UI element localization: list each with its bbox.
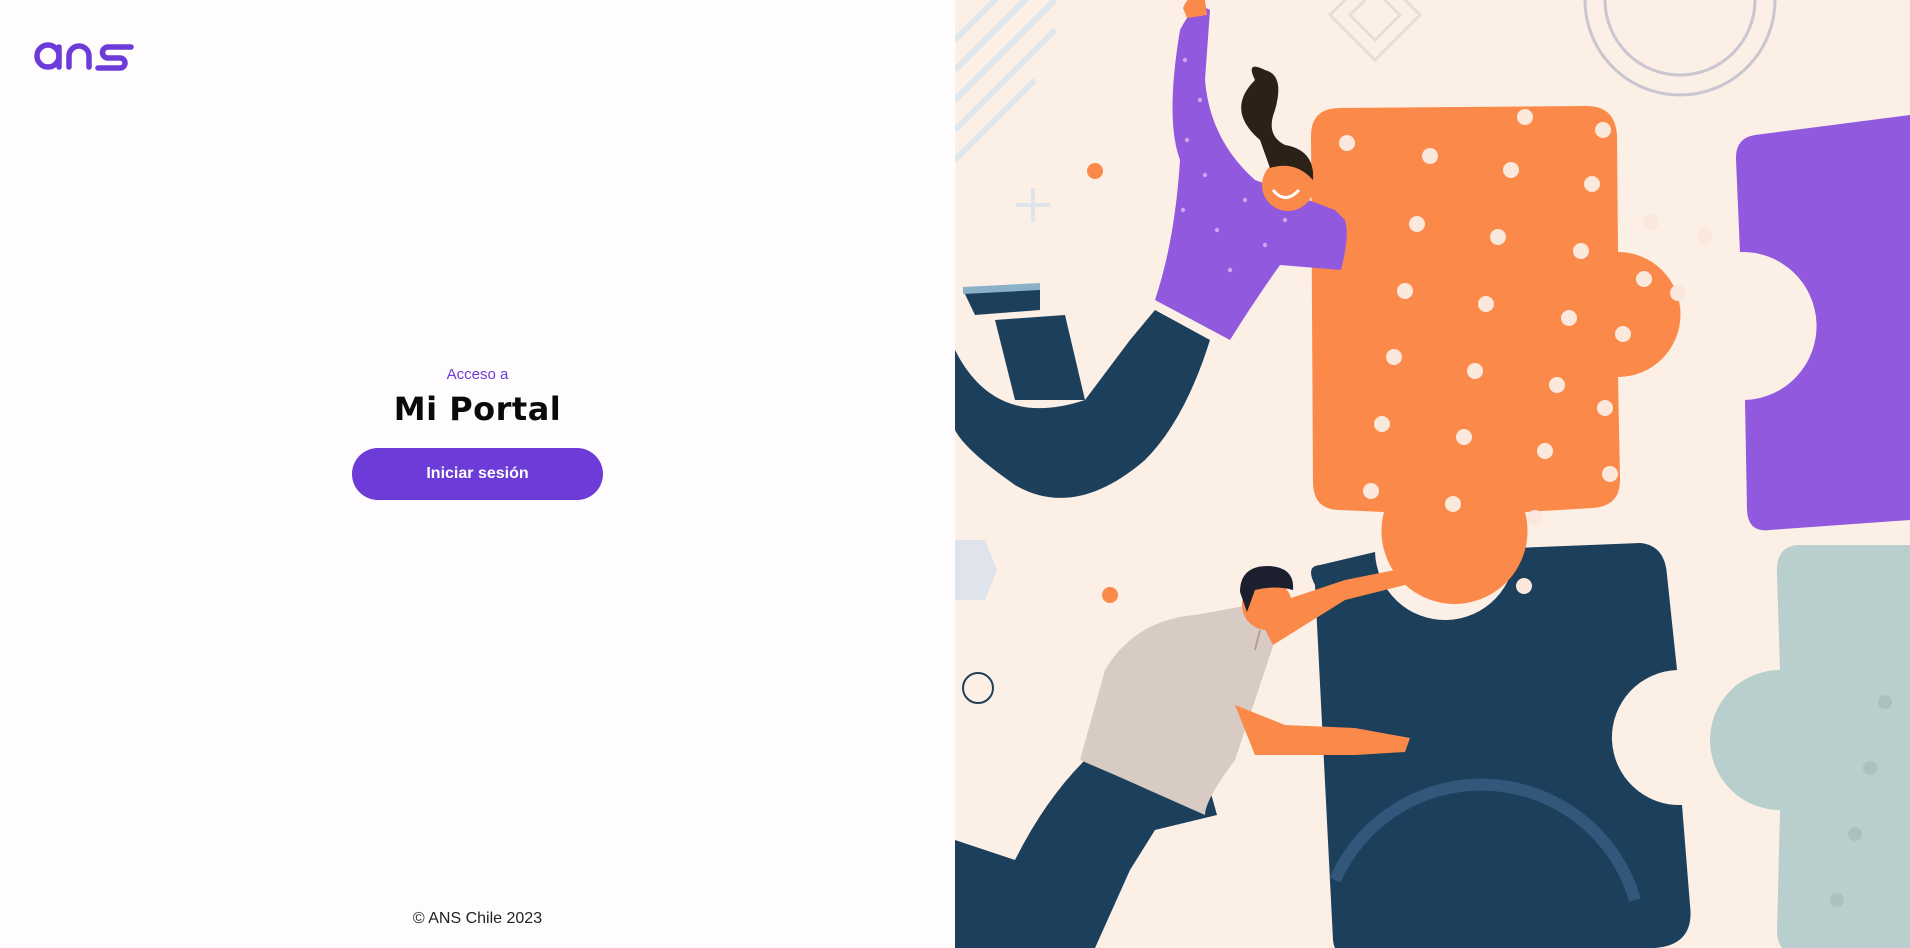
sage-puzzle-piece — [1710, 545, 1910, 948]
woman-pants — [955, 310, 1210, 498]
hexagon-decoration — [955, 540, 997, 600]
diamond-decoration — [1327, 0, 1423, 63]
plus-decoration — [1016, 188, 1050, 222]
arc-decoration — [1583, 0, 1777, 97]
login-button[interactable]: Iniciar sesión — [352, 448, 603, 500]
login-block: Acceso a Mi Portal Iniciar sesión — [0, 366, 955, 500]
woman-character — [955, 0, 1355, 498]
ring-decoration — [962, 672, 994, 704]
ans-logo — [34, 42, 134, 71]
orange-dot-decoration-2 — [1102, 587, 1118, 603]
illustration-panel — [955, 0, 1910, 948]
puzzle-teamwork-illustration — [955, 0, 1910, 948]
page-title: Mi Portal — [393, 390, 562, 428]
footer-copyright: © ANS Chile 2023 — [412, 910, 543, 927]
woman-hand — [1183, 0, 1207, 18]
login-panel: Acceso a Mi Portal Iniciar sesión © ANS … — [0, 0, 955, 948]
diagonal-lines-decoration — [955, 0, 1058, 163]
woman-hair — [1241, 66, 1314, 180]
login-subtitle: Acceso a — [446, 366, 509, 383]
purple-puzzle-piece — [1735, 115, 1910, 531]
orange-dot-decoration — [1087, 163, 1103, 179]
orange-puzzle-piece — [1311, 106, 1681, 604]
